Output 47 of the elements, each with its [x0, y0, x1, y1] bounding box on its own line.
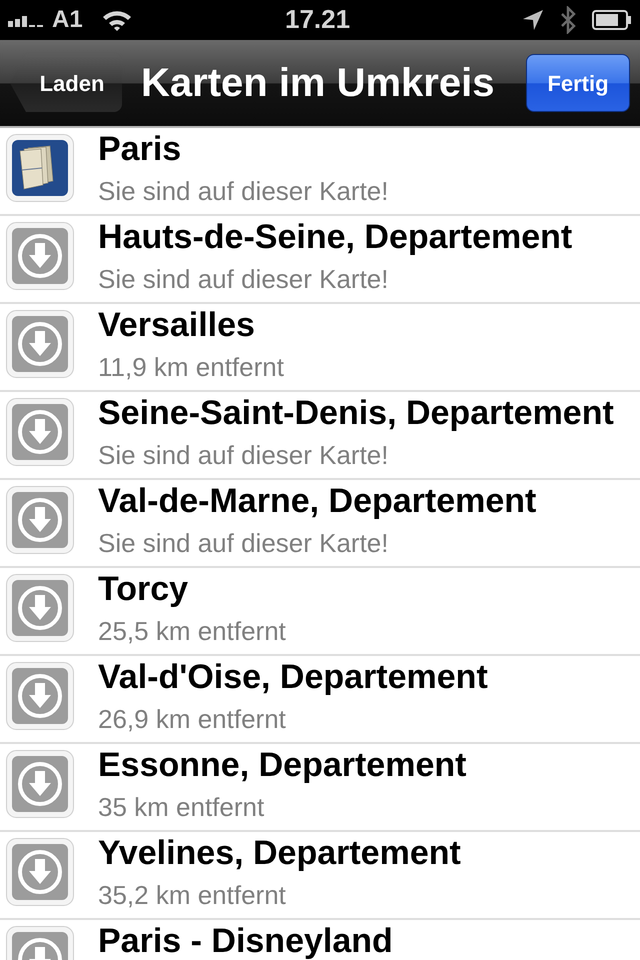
- map-status: 35,2 km entfernt: [98, 880, 287, 910]
- map-status: Sie sind auf dieser Karte!: [98, 528, 390, 558]
- map-name: Versailles: [98, 307, 256, 344]
- download-icon[interactable]: [6, 398, 74, 466]
- bluetooth-icon: [560, 6, 576, 34]
- map-name: Yvelines, Departement: [98, 835, 461, 872]
- map-name: Paris: [98, 131, 182, 168]
- map-pages-icon: [6, 134, 74, 202]
- map-list-row[interactable]: Hauts-de-Seine, Departement Sie sind auf dieser Karte!: [0, 216, 640, 304]
- map-name: Seine-Saint-Denis, Departement: [98, 395, 614, 432]
- download-icon[interactable]: [6, 310, 74, 378]
- map-status: Sie sind auf dieser Karte!: [98, 176, 388, 206]
- map-status: 26,9 km entfernt: [98, 704, 287, 734]
- map-list-row[interactable]: Essonne, Departement 35 km entfernt: [0, 744, 640, 832]
- map-list-row[interactable]: Yvelines, Departement 35,2 km entfernt: [0, 832, 640, 920]
- map-status: Sie sind auf dieser Karte!: [98, 264, 390, 294]
- clock-time: 17.21: [285, 6, 350, 32]
- map-name: Essonne, Departement: [98, 747, 466, 784]
- map-list-row[interactable]: Paris - Disneyland: [0, 920, 640, 960]
- map-list-row[interactable]: Torcy 25,5 km entfernt: [0, 568, 640, 656]
- map-name: Val-de-Marne, Departement: [98, 483, 536, 520]
- map-name: Paris - Disneyland: [98, 923, 393, 960]
- signal-bars-icon: [8, 13, 46, 27]
- done-button[interactable]: Fertig: [526, 54, 630, 112]
- location-arrow-icon: [522, 9, 544, 31]
- download-icon[interactable]: [6, 486, 74, 554]
- map-status: 35 km entfernt: [98, 792, 266, 822]
- download-icon[interactable]: [6, 838, 74, 906]
- map-name: Torcy: [98, 571, 190, 608]
- navigation-title: Karten im Umkreis: [141, 63, 494, 103]
- map-status: 11,9 km entfernt: [98, 352, 284, 382]
- download-icon[interactable]: [6, 574, 74, 642]
- battery-icon: [592, 10, 632, 30]
- map-status: 25,5 km entfernt: [98, 616, 286, 646]
- carrier-name: A1: [52, 8, 83, 32]
- download-icon[interactable]: [6, 750, 74, 818]
- map-list-row[interactable]: Versailles 11,9 km entfernt: [0, 304, 640, 392]
- map-list-row[interactable]: Val-de-Marne, Departement Sie sind auf dieser Karte!: [0, 480, 640, 568]
- map-name: Hauts-de-Seine, Departement: [98, 219, 572, 256]
- map-list-row[interactable]: Paris Sie sind auf dieser Karte!: [0, 128, 640, 216]
- download-icon[interactable]: [6, 222, 74, 290]
- map-list-row[interactable]: Val-d'Oise, Departement 26,9 km entfernt: [0, 656, 640, 744]
- map-list-row[interactable]: Seine-Saint-Denis, Departement Sie sind auf dieser Karte!: [0, 392, 640, 480]
- download-icon[interactable]: [6, 926, 74, 960]
- map-status: Sie sind auf dieser Karte!: [98, 440, 390, 470]
- map-name: Val-d'Oise, Departement: [98, 659, 488, 696]
- download-icon[interactable]: [6, 662, 74, 730]
